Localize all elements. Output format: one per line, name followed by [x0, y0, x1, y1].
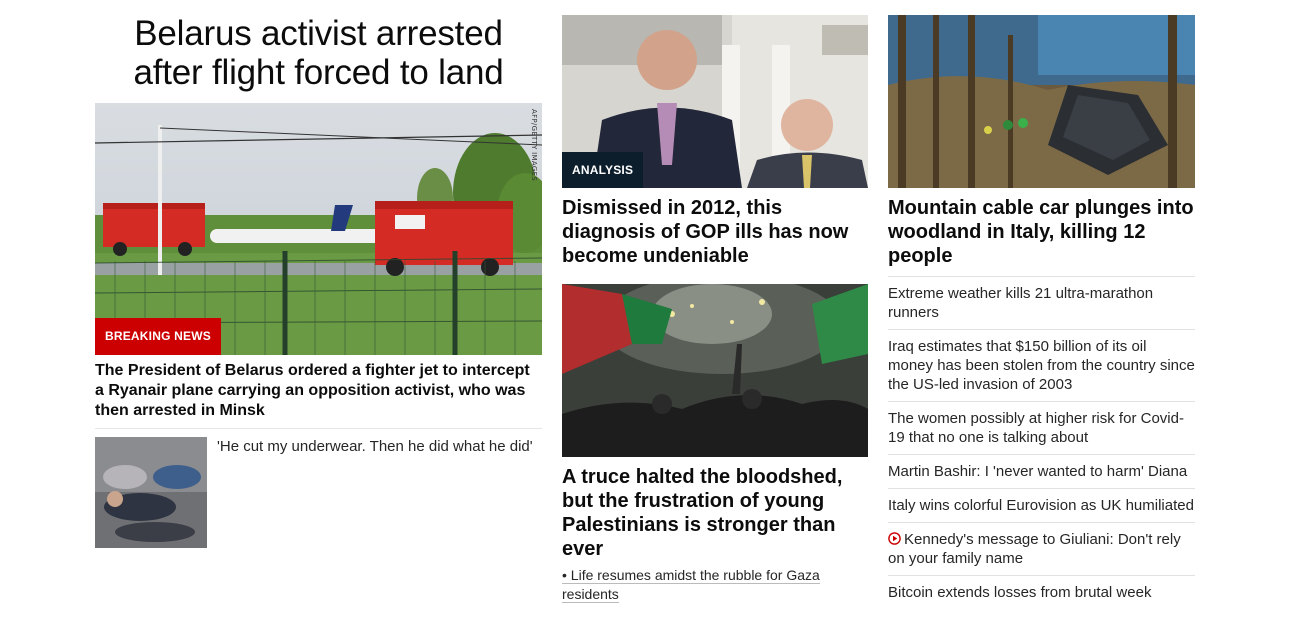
lead-image[interactable]: AFP/GETTY IMAGES BREAKING NEWS: [95, 103, 542, 355]
list-item[interactable]: Extreme weather kills 21 ultra-marathon …: [888, 276, 1195, 329]
sub-story-title[interactable]: 'He cut my underwear. Then he did what h…: [217, 437, 533, 548]
analysis-label: ANALYSIS: [562, 152, 644, 188]
list-item[interactable]: Bitcoin extends losses from brutal week: [888, 575, 1195, 609]
cable-car-image[interactable]: [888, 15, 1195, 188]
analysis-headline[interactable]: Dismissed in 2012, this diagnosis of GOP…: [562, 196, 868, 268]
list-item[interactable]: The women possibly at higher risk for Co…: [888, 401, 1195, 454]
video-play-icon: [888, 531, 901, 545]
sub-story[interactable]: 'He cut my underwear. Then he did what h…: [95, 428, 542, 548]
analysis-card: ANALYSIS Dismissed in 2012, this diagnos…: [562, 15, 868, 268]
list-item[interactable]: Italy wins colorful Eurovision as UK hum…: [888, 488, 1195, 522]
headline-list: Extreme weather kills 21 ultra-marathon …: [888, 276, 1195, 609]
right-column: Mountain cable car plunges into woodland…: [888, 0, 1195, 609]
gaza-headline[interactable]: A truce halted the bloodshed, but the fr…: [562, 465, 868, 561]
image-credit: AFP/GETTY IMAGES: [530, 109, 538, 182]
middle-column: ANALYSIS Dismissed in 2012, this diagnos…: [562, 0, 868, 604]
lead-summary-headline[interactable]: The President of Belarus ordered a fight…: [95, 361, 542, 421]
lead-banner-headline[interactable]: Belarus activist arrested after flight f…: [95, 14, 542, 92]
lead-story: Belarus activist arrested after flight f…: [95, 0, 542, 548]
analysis-card-image[interactable]: ANALYSIS: [562, 15, 868, 188]
list-item[interactable]: Kennedy's message to Giuliani: Don't rel…: [888, 522, 1195, 575]
sub-story-thumbnail[interactable]: [95, 437, 207, 548]
gaza-card-image[interactable]: [562, 284, 868, 457]
breaking-news-label: BREAKING NEWS: [95, 318, 221, 355]
gaza-card: A truce halted the bloodshed, but the fr…: [562, 284, 868, 604]
gaza-related-link[interactable]: • Life resumes amidst the rubble for Gaz…: [562, 567, 820, 603]
list-item[interactable]: Martin Bashir: I 'never wanted to harm' …: [888, 454, 1195, 488]
list-item[interactable]: Iraq estimates that $150 billion of its …: [888, 329, 1195, 401]
cable-car-headline[interactable]: Mountain cable car plunges into woodland…: [888, 196, 1195, 268]
